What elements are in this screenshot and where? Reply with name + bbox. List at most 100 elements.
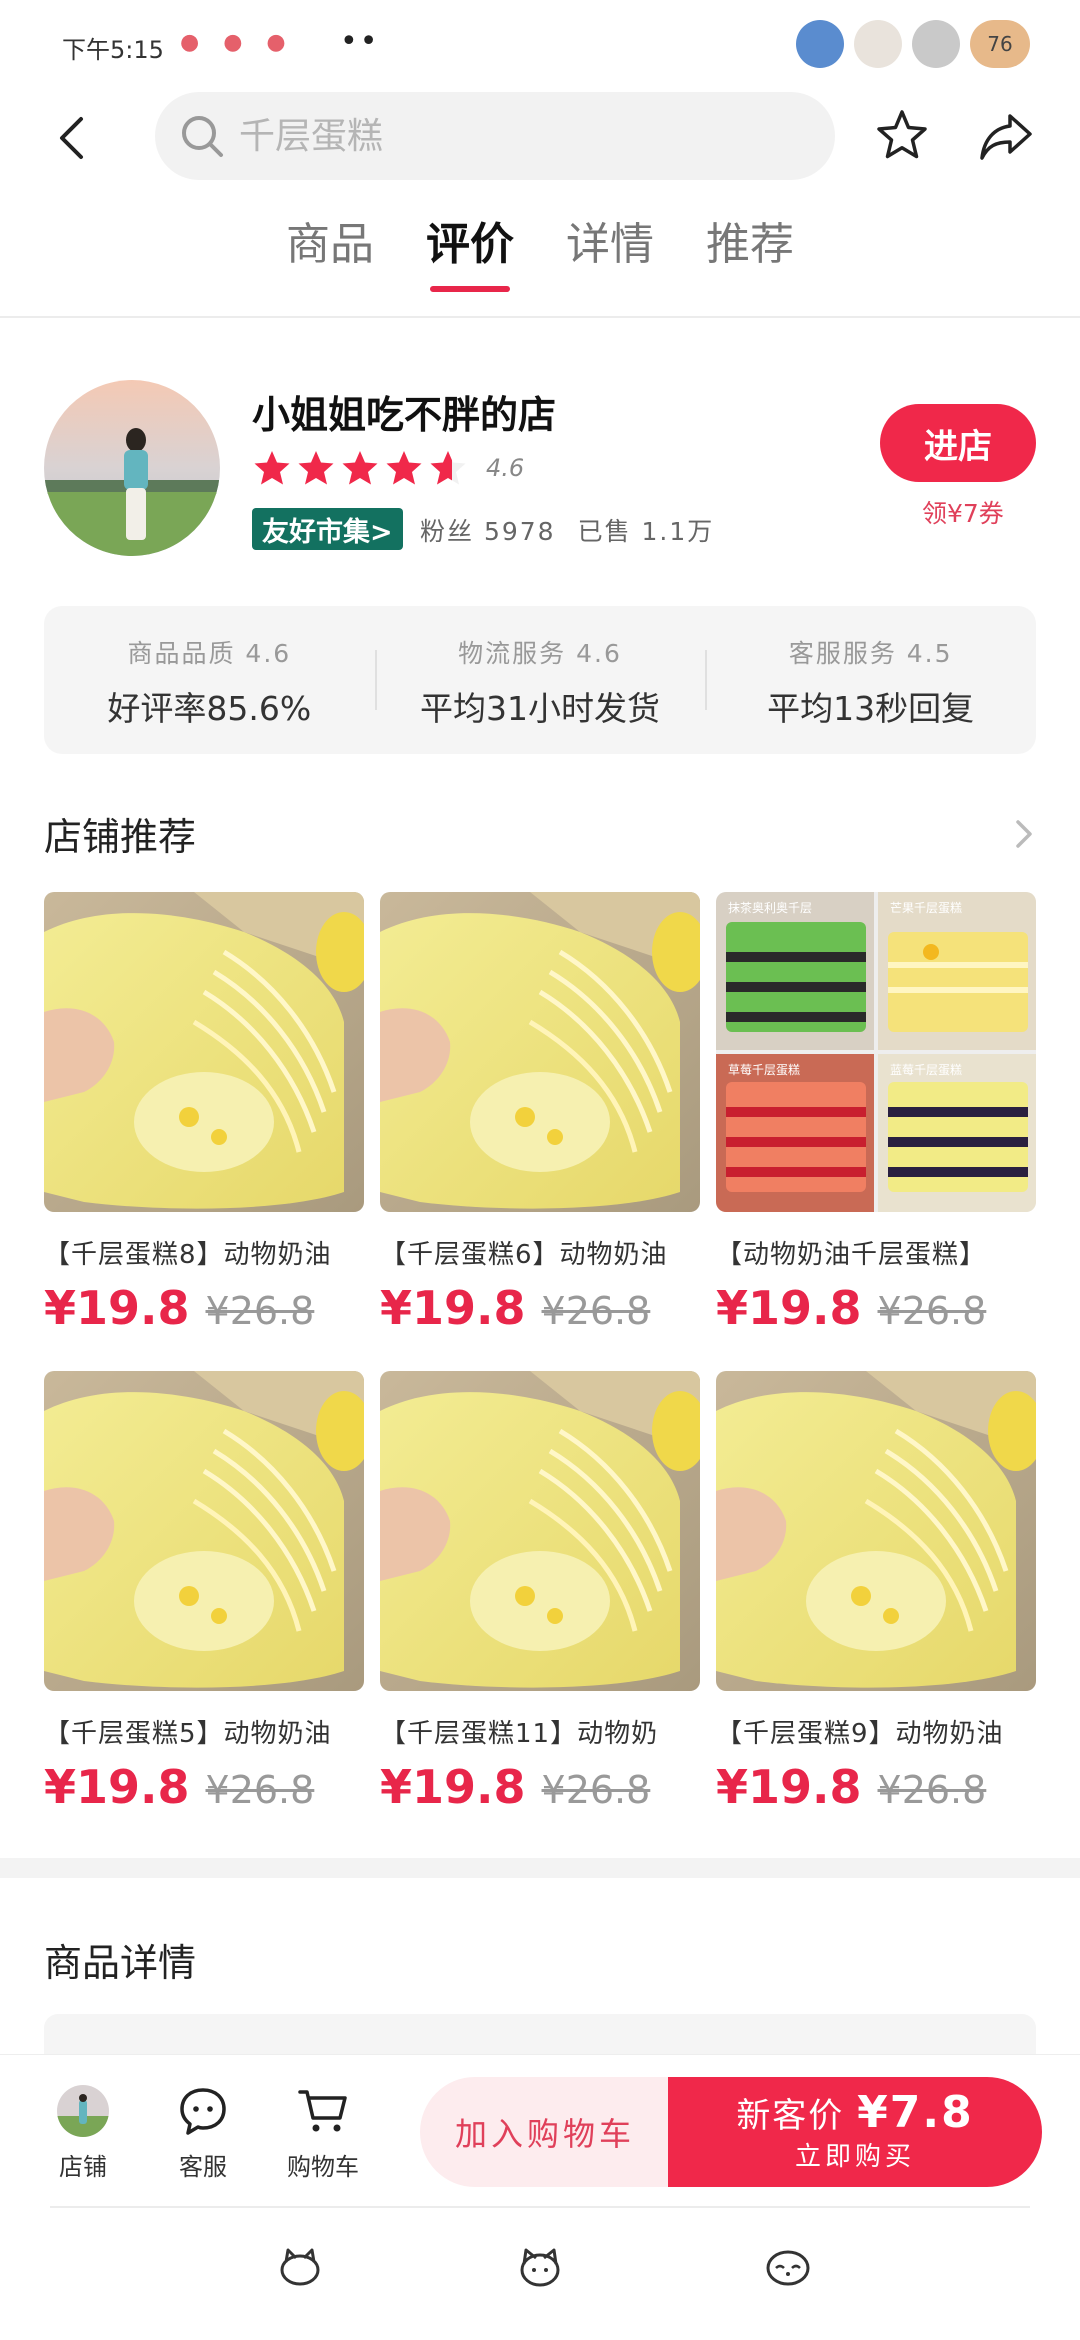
service-label: 商品品质 4.6 [127, 639, 292, 668]
shop-tab-button[interactable]: 店铺 [28, 2083, 138, 2182]
product-price-row: ¥19.8 ¥26.8 [380, 1760, 700, 1814]
star-half-icon [430, 451, 466, 485]
add-to-cart-button[interactable]: 加入购物车 [420, 2077, 670, 2187]
star-outline-icon [877, 110, 927, 159]
product-price-row: ¥19.8 ¥26.8 [44, 1760, 364, 1814]
service-logistics: 物流服务 4.6 平均31小时发货 [374, 606, 706, 754]
back-button[interactable] [44, 110, 100, 166]
collage-label: 抹茶奥利奥千层 [728, 900, 812, 915]
tab-reviews[interactable]: 评价 [426, 210, 514, 300]
friendly-market-badge[interactable]: 友好市集> [252, 508, 403, 550]
top-nav-bar [0, 90, 1080, 185]
new-customer-price: 新客价 ¥7.8 [668, 2087, 1042, 2138]
enter-shop-button[interactable]: 进店 [880, 404, 1036, 482]
status-time: 下午5:15 [62, 36, 164, 64]
share-button[interactable] [976, 106, 1036, 166]
collage-label: 蓝莓千层蛋糕 [890, 1063, 962, 1077]
product-card[interactable]: 【千层蛋糕9】动物奶油 ¥19.8 ¥26.8 [716, 1371, 1036, 1814]
star-filled-icon [254, 451, 290, 485]
buy-now-button[interactable]: 新客价 ¥7.8 立即购买 [668, 2077, 1042, 2187]
nav-home-cat-icon[interactable] [514, 2240, 566, 2292]
customer-service-label: 客服 [179, 2153, 227, 2181]
tab-details[interactable]: 详情 [566, 210, 654, 300]
new-price-value: ¥7.8 [857, 2087, 974, 2138]
shop-avatar-image [44, 380, 220, 556]
product-image[interactable] [716, 1371, 1036, 1691]
star-filled-icon [298, 451, 334, 485]
recommend-more-button[interactable] [1010, 816, 1038, 852]
chevron-left-icon [60, 117, 83, 159]
tab-recommend[interactable]: 推荐 [706, 210, 794, 300]
product-original-price: ¥26.8 [877, 1768, 987, 1812]
search-icon [182, 116, 223, 157]
service-scores-panel: 商品品质 4.6 好评率85.6% 物流服务 4.6 平均31小时发货 客服服务… [44, 606, 1036, 754]
product-card[interactable]: 抹茶奥利奥千层 芒果千层蛋糕 草莓千层蛋糕 蓝莓千层蛋糕 【动物奶油千层蛋糕】 ¥… [716, 892, 1036, 1335]
battery-level: 76 [987, 32, 1013, 56]
collage-label: 草莓千层蛋糕 [728, 1063, 800, 1077]
system-nav-bar [0, 2240, 1080, 2320]
product-title: 【动物奶油千层蛋糕】 [716, 1240, 987, 1270]
matcha-oreo-crepe [716, 892, 874, 1050]
battery-fish-icon: 76 [970, 20, 1030, 68]
search-input[interactable] [239, 115, 799, 157]
shop-name[interactable]: 小姐姐吃不胖的店 [252, 384, 556, 439]
chevron-right-icon [1016, 820, 1032, 848]
status-right-icons: 76 [796, 20, 1030, 68]
product-image[interactable] [44, 892, 364, 1212]
search-bar[interactable] [155, 92, 835, 180]
status-notification-icons: ● ● ● [180, 30, 286, 55]
cart-tab-label: 购物车 [287, 2153, 359, 2181]
product-original-price: ¥26.8 [205, 1289, 315, 1333]
coupon-link[interactable]: 领¥7券 [922, 494, 1004, 530]
star-filled-icon [386, 451, 422, 485]
tabs-divider [0, 316, 1080, 318]
product-price: ¥19.8 [716, 1281, 862, 1335]
product-original-price: ¥26.8 [877, 1289, 987, 1333]
product-original-price: ¥26.8 [541, 1289, 651, 1333]
shop-avatar-icon [55, 2083, 111, 2139]
crepe-cake-image [380, 1371, 700, 1691]
product-title: 【千层蛋糕5】动物奶油 [44, 1719, 332, 1749]
product-price: ¥19.8 [44, 1281, 190, 1335]
shop-stats: 粉丝 5978 已售 1.1万 [420, 512, 714, 548]
product-card[interactable]: 【千层蛋糕11】动物奶 ¥19.8 ¥26.8 [380, 1371, 700, 1814]
new-price-label: 新客价 [736, 2096, 845, 2136]
share-arrow-icon [980, 114, 1032, 160]
strawberry-crepe [716, 1054, 874, 1212]
pig-icon: ● [180, 30, 200, 55]
crepe-cake-image [44, 1371, 364, 1691]
detail-content-preview [44, 2014, 1036, 2054]
shop-avatar[interactable] [44, 380, 220, 556]
collage-label: 芒果千层蛋糕 [890, 900, 962, 915]
nav-back-cat-icon[interactable] [274, 2240, 326, 2292]
shop-sold: 已售 1.1万 [577, 517, 715, 546]
bottom-action-bar: 店铺 客服 购物车 加入购物车 新客价 ¥7.8 立即购买 [0, 2054, 1080, 2214]
product-image[interactable] [44, 1371, 364, 1691]
product-image[interactable] [380, 892, 700, 1212]
service-value: 平均13秒回复 [767, 689, 975, 728]
product-image[interactable]: 抹茶奥利奥千层 芒果千层蛋糕 草莓千层蛋糕 蓝莓千层蛋糕 [716, 892, 1036, 1212]
service-value: 好评率85.6% [107, 689, 312, 728]
product-card[interactable]: 【千层蛋糕8】动物奶油 ¥19.8 ¥26.8 [44, 892, 364, 1335]
product-title: 【千层蛋糕8】动物奶油 [44, 1240, 332, 1270]
chat-bubble-icon [175, 2083, 231, 2139]
service-customer: 客服服务 4.5 平均13秒回复 [705, 606, 1036, 754]
customer-service-button[interactable]: 客服 [148, 2083, 258, 2182]
star-filled-icon [342, 451, 378, 485]
cart-tab-button[interactable]: 购物车 [268, 2083, 378, 2182]
status-bar: 下午5:15 ● ● ● •• 76 [0, 0, 1080, 90]
tab-goods[interactable]: 商品 [286, 210, 374, 300]
cat-icon [912, 20, 960, 68]
recommend-grid: 【千层蛋糕8】动物奶油 ¥19.8 ¥26.8 【千层蛋糕6】动物奶油 ¥19.8 ¥2… [44, 892, 1036, 1814]
pig-icon: ● [223, 30, 243, 55]
more-dots-icon: •• [340, 24, 380, 59]
cat-icon [854, 20, 902, 68]
product-original-price: ¥26.8 [205, 1768, 315, 1812]
product-card[interactable]: 【千层蛋糕6】动物奶油 ¥19.8 ¥26.8 [380, 892, 700, 1335]
favorite-button[interactable] [872, 106, 932, 166]
product-image[interactable] [380, 1371, 700, 1691]
product-title: 【千层蛋糕11】动物奶 [380, 1719, 659, 1749]
crepe-cake-image [716, 1371, 1036, 1691]
nav-recent-cat-icon[interactable] [762, 2240, 814, 2292]
product-card[interactable]: 【千层蛋糕5】动物奶油 ¥19.8 ¥26.8 [44, 1371, 364, 1814]
